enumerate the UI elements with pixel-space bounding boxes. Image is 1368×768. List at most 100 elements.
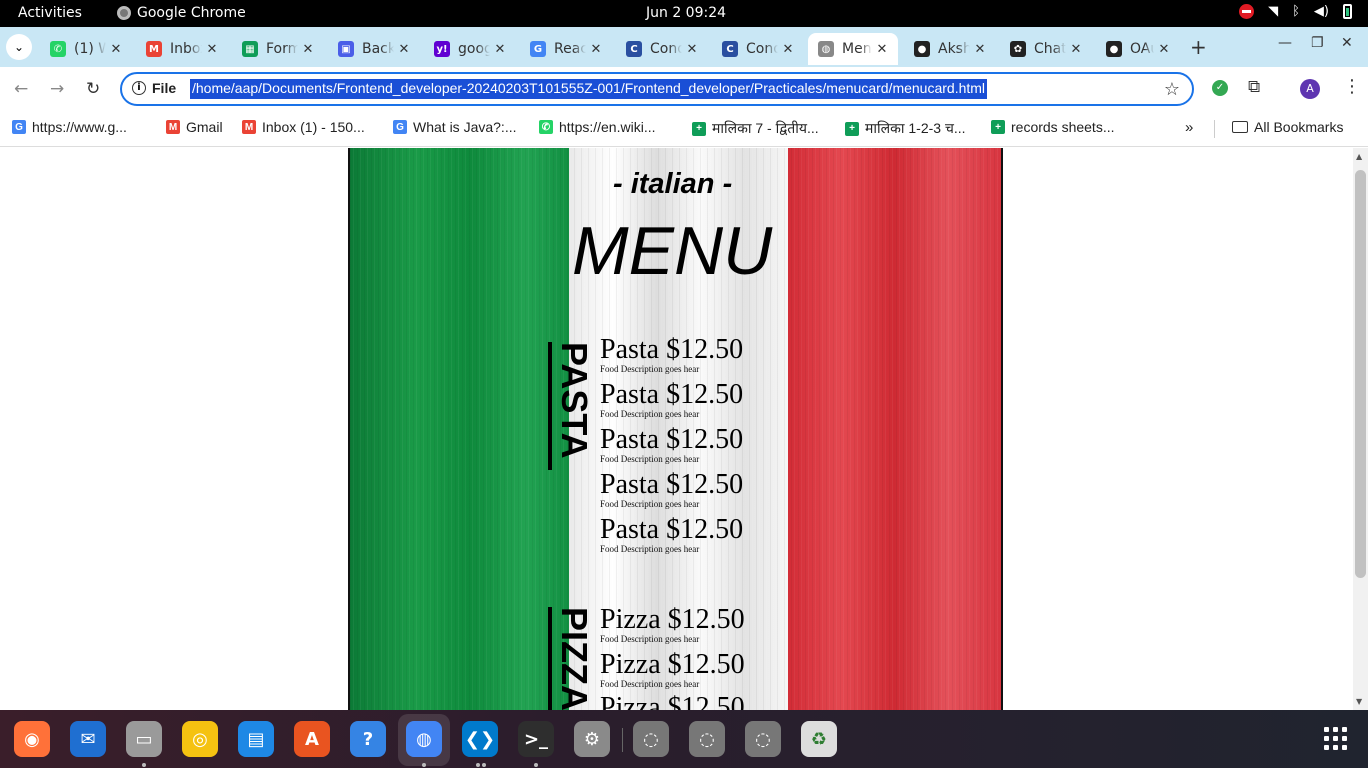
- firefox-icon[interactable]: ◉: [14, 721, 50, 757]
- gmail-icon: M: [166, 120, 180, 134]
- close-tab-icon[interactable]: ✕: [202, 42, 222, 57]
- disk-icon[interactable]: ◌: [689, 721, 725, 757]
- rhythmbox-icon[interactable]: ◎: [182, 721, 218, 757]
- browser-tab[interactable]: G React✕: [520, 33, 612, 65]
- close-window-button[interactable]: ✕: [1341, 35, 1353, 51]
- app-center-icon[interactable]: A: [294, 721, 330, 757]
- browser-tab[interactable]: ✆ (1) WhatsApp✕: [40, 33, 132, 65]
- maximize-button[interactable]: ❐: [1311, 35, 1324, 51]
- browser-tab[interactable]: ◍ Menu✕: [808, 33, 898, 65]
- system-tray[interactable]: ◥ ᛒ ◀): [1239, 4, 1352, 19]
- url-text[interactable]: /home/aap/Documents/Frontend_developer-2…: [190, 79, 988, 99]
- bookmark-item[interactable]: G What is Java?:...: [393, 119, 516, 135]
- menu-title: MENU: [572, 213, 773, 289]
- scroll-down-arrow-icon[interactable]: ▼: [1356, 697, 1362, 706]
- browser-tab[interactable]: ● Akshay✕: [904, 33, 996, 65]
- activities-button[interactable]: Activities: [18, 5, 82, 21]
- close-tab-icon[interactable]: ✕: [394, 42, 414, 57]
- whatsapp-icon: ✆: [539, 120, 553, 134]
- tab-title: ChatGPT: [1034, 41, 1066, 57]
- volume-icon: ◀): [1313, 4, 1329, 19]
- item-description: Food Description goes hear: [600, 679, 700, 689]
- minimize-button[interactable]: —: [1278, 35, 1292, 51]
- close-tab-icon[interactable]: ✕: [298, 42, 318, 57]
- browser-tab[interactable]: ● OAuth✕: [1096, 33, 1180, 65]
- running-indicator: [534, 763, 538, 767]
- browser-tab[interactable]: ▦ Form ✕: [232, 33, 324, 65]
- vscode-icon[interactable]: ❮❯: [462, 721, 498, 757]
- tab-search-button[interactable]: ⌄: [6, 34, 32, 60]
- reload-button[interactable]: ↻: [86, 79, 100, 99]
- bookmark-item[interactable]: M Inbox (1) - 150...: [242, 119, 365, 135]
- menu-subtitle: - italian -: [613, 168, 733, 200]
- scroll-up-arrow-icon[interactable]: ▲: [1356, 152, 1362, 161]
- extension-shield-icon[interactable]: ✓: [1212, 80, 1228, 96]
- help-icon[interactable]: ?: [350, 721, 386, 757]
- section-divider: [548, 342, 552, 470]
- item-name: Pasta $12.50: [600, 469, 744, 500]
- browser-tab[interactable]: C Conditional✕: [712, 33, 804, 65]
- browser-tab[interactable]: y! google✕: [424, 33, 516, 65]
- bookmark-item[interactable]: ✆ https://en.wiki...: [539, 119, 655, 135]
- clock[interactable]: Jun 2 09:24: [646, 5, 726, 21]
- bookmark-star-icon[interactable]: ☆: [1164, 79, 1180, 100]
- bookmark-label: मालिका 7 - द्वितीय...: [712, 120, 819, 136]
- item-name: Pasta $12.50: [600, 334, 744, 365]
- extensions-puzzle-icon[interactable]: ⧉: [1248, 77, 1260, 97]
- page-viewport[interactable]: - italian - MENU PASTA Pasta $12.50 Food…: [0, 148, 1368, 710]
- bookmark-item[interactable]: + records sheets...: [991, 119, 1115, 135]
- profile-avatar[interactable]: A: [1300, 79, 1320, 99]
- google-icon: G: [12, 120, 26, 134]
- menu-item: Pizza $12.50: [600, 694, 745, 711]
- close-tab-icon[interactable]: ✕: [778, 42, 798, 57]
- forward-button[interactable]: →: [50, 79, 64, 99]
- thunderbird-icon[interactable]: ✉: [70, 721, 106, 757]
- menu-kebab-icon[interactable]: ⋮: [1343, 76, 1361, 97]
- close-tab-icon[interactable]: ✕: [970, 42, 990, 57]
- app-menu[interactable]: Google Chrome: [117, 5, 246, 21]
- address-bar[interactable]: i File /home/aap/Documents/Frontend_deve…: [120, 72, 1194, 106]
- app-icon: ▣: [338, 41, 354, 57]
- tab-title: (1) WhatsApp: [74, 41, 106, 57]
- close-tab-icon[interactable]: ✕: [106, 42, 126, 57]
- close-tab-icon[interactable]: ✕: [490, 42, 510, 57]
- bookmark-item[interactable]: M Gmail: [166, 119, 223, 135]
- settings-icon[interactable]: ⚙: [574, 721, 610, 757]
- section-divider: [548, 607, 552, 710]
- close-tab-icon[interactable]: ✕: [1154, 42, 1174, 57]
- all-bookmarks-button[interactable]: All Bookmarks: [1232, 119, 1343, 135]
- browser-tab[interactable]: M Inbox✕: [136, 33, 228, 65]
- disk-icon[interactable]: ◌: [633, 721, 669, 757]
- close-tab-icon[interactable]: ✕: [1066, 42, 1086, 57]
- bookmark-label: records sheets...: [1011, 119, 1115, 135]
- new-tab-button[interactable]: +: [1190, 35, 1207, 59]
- browser-tab[interactable]: ✿ ChatGPT✕: [1000, 33, 1092, 65]
- bookmark-item[interactable]: Ghttps://www.g...: [12, 119, 127, 135]
- menu-item: Pizza $12.50 Food Description goes hear: [600, 651, 745, 690]
- close-tab-icon[interactable]: ✕: [682, 42, 702, 57]
- bookmark-item[interactable]: + मालिका 1-2-3 च...: [845, 119, 966, 138]
- files-icon[interactable]: ▭: [126, 721, 162, 757]
- scroll-thumb[interactable]: [1355, 170, 1366, 578]
- back-button[interactable]: ←: [14, 79, 28, 99]
- browser-tab[interactable]: C Conditional✕: [616, 33, 708, 65]
- close-tab-icon[interactable]: ✕: [872, 42, 892, 57]
- item-name: Pasta $12.50: [600, 424, 744, 455]
- terminal-icon[interactable]: >_: [518, 721, 554, 757]
- info-icon[interactable]: i: [132, 81, 146, 95]
- writer-icon[interactable]: ▤: [238, 721, 274, 757]
- disk-icon[interactable]: ◌: [745, 721, 781, 757]
- sheets-icon: +: [991, 120, 1005, 134]
- wifi-icon: ◥: [1268, 4, 1279, 19]
- page-scrollbar[interactable]: ▲ ▼: [1353, 148, 1368, 710]
- browser-tab[interactable]: ▣ Backend✕: [328, 33, 420, 65]
- chrome-icon[interactable]: ◍: [406, 721, 442, 757]
- close-tab-icon[interactable]: ✕: [586, 42, 606, 57]
- more-bookmarks-chevron-icon[interactable]: »: [1185, 119, 1193, 136]
- show-apps-grid-icon[interactable]: [1324, 727, 1348, 751]
- bookmark-label: Gmail: [186, 119, 223, 135]
- chrome-icon: [117, 6, 131, 20]
- trash-icon[interactable]: ♻: [801, 721, 837, 757]
- bookmark-item[interactable]: + मालिका 7 - द्वितीय...: [692, 119, 819, 138]
- battery-icon: [1343, 4, 1352, 19]
